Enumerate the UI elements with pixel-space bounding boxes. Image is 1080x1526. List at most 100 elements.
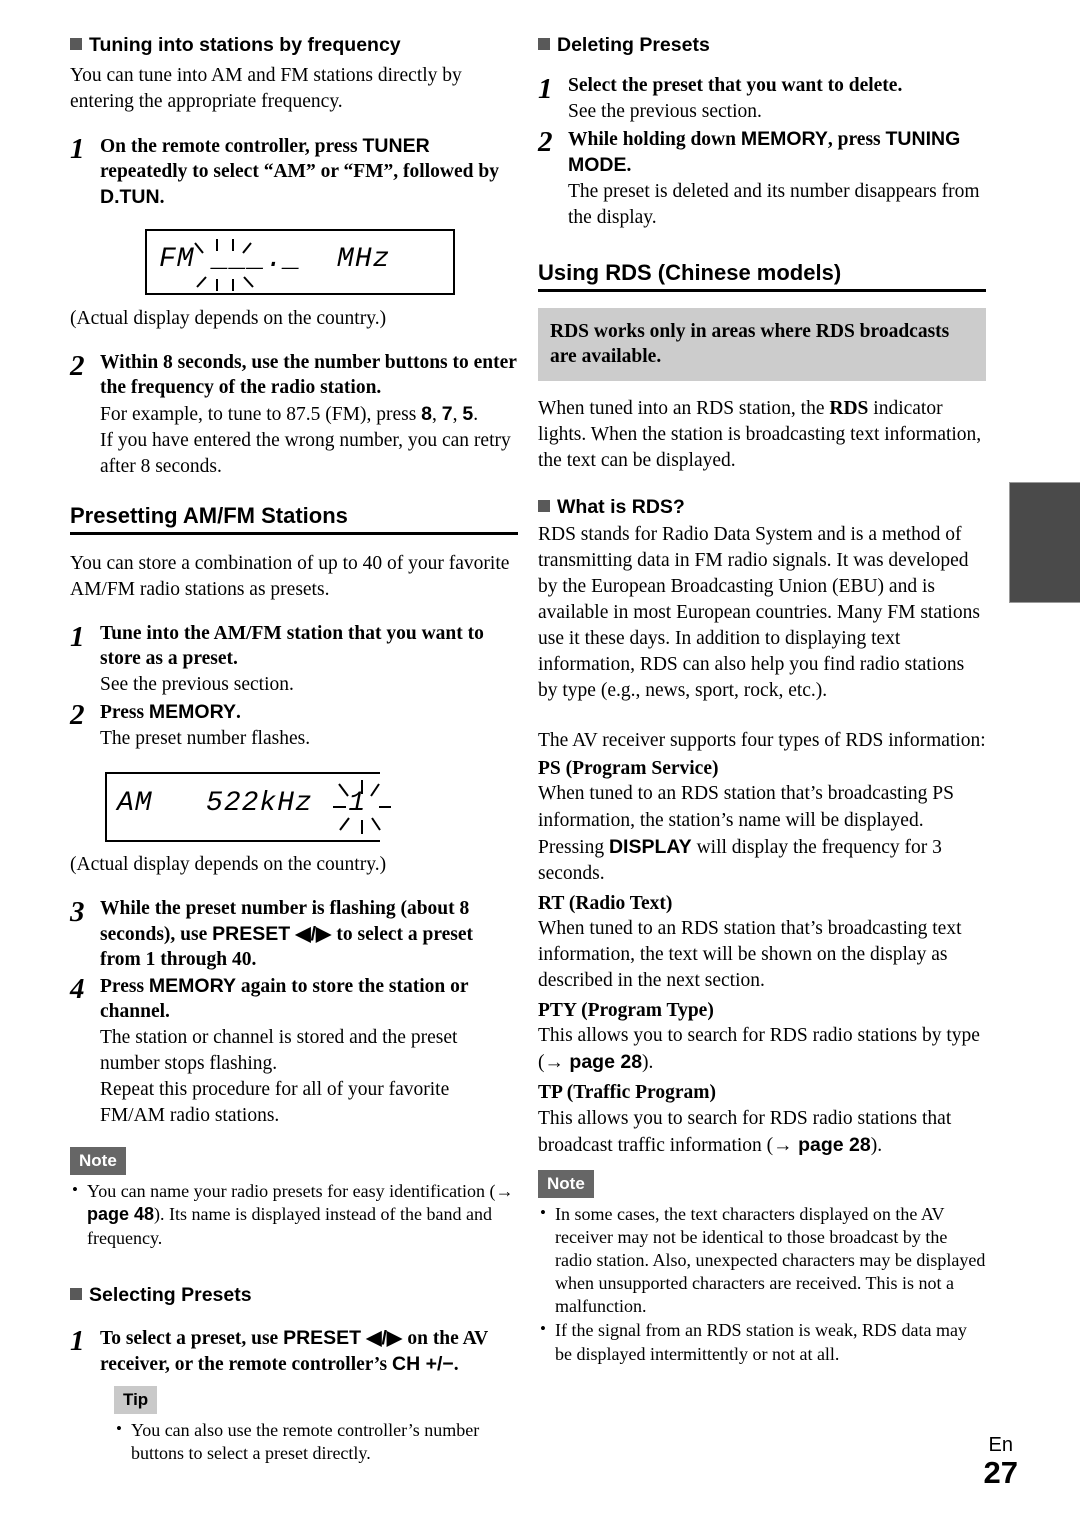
rds-intro: When tuned into an RDS station, the RDS … [538, 396, 986, 474]
text-run: To select a preset, use [100, 1328, 284, 1350]
step-body: Select the preset that you want to delet… [568, 74, 986, 125]
step-tuning-1: 1 On the remote controller, press TUNER … [70, 134, 518, 211]
definition-body: This allows you to search for RDS radio … [538, 1106, 986, 1159]
blink-marks-icon [333, 779, 391, 834]
text-run: When tuned to an RDS station that’s broa… [538, 917, 962, 992]
caption-actual-display-2: (Actual display depends on the country.) [70, 853, 387, 875]
bullet-item: You can also use the remote controller’s… [114, 1418, 518, 1465]
step-title: Press MEMORY. [100, 700, 518, 726]
text-run: Press [100, 976, 149, 998]
heading-deleting-presets: Deleting Presets [538, 34, 986, 56]
presetting-intro: You can store a combination of up to 40 … [70, 553, 510, 601]
step-sub: The preset is deleted and its number dis… [568, 181, 980, 229]
step-body: Press MEMORY. The preset number flashes. [100, 700, 518, 752]
step-presetting-4: 4 Press MEMORY again to store the statio… [70, 974, 518, 1129]
step-presetting-2: 2 Press MEMORY. The preset number flashe… [70, 700, 518, 752]
definition-term: PTY (Program Type) [538, 1000, 714, 1022]
section-heading-using-rds: Using RDS (Chinese models) [538, 260, 986, 293]
step-sub-2: Repeat this procedure for all of your fa… [100, 1079, 450, 1127]
text-run: . [473, 403, 479, 425]
text-run: 5 [462, 402, 474, 425]
step-body: While the preset number is flashing (abo… [100, 897, 518, 973]
bullet-item: If the signal from an RDS station is wea… [538, 1318, 986, 1365]
step-tuning-2: 2 Within 8 seconds, use the number butto… [70, 351, 518, 480]
bullet-item: In some cases, the text characters displ… [538, 1202, 986, 1319]
step-number: 2 [538, 126, 553, 159]
rds-definitions-list: PS (Program Service) When tuned to an RDS… [538, 756, 986, 1159]
text-run: You can name your radio presets for easy… [87, 1181, 496, 1202]
text-run: 7 [441, 402, 453, 425]
text-run: . [159, 187, 165, 209]
text-run: Press [100, 701, 149, 723]
right-column: Deleting Presets 1 Select the preset tha… [538, 34, 986, 1367]
step-number: 4 [70, 973, 85, 1006]
text-run: , [432, 403, 442, 425]
text-run: RDS [829, 398, 869, 420]
heading-what-is-rds: What is RDS? [538, 496, 986, 518]
rds-availability-callout: RDS works only in areas where RDS broadc… [538, 308, 986, 382]
text-run: MEMORY [740, 128, 828, 151]
definition-body: When tuned to an RDS station that’s broa… [538, 916, 986, 994]
text-run: . [626, 155, 632, 177]
text-run: PRESET [212, 922, 291, 945]
rds-supports-line: The AV receiver supports four types of R… [538, 730, 986, 752]
note-block-presetting: Note You can name your radio presets for… [70, 1147, 518, 1249]
text-run: For example, to tune to 87.5 (FM), press [100, 403, 422, 425]
heading-tuning-into-stations: Tuning into stations by frequency [70, 34, 518, 56]
step-sub: The preset number flashes. [100, 727, 311, 749]
section-presetting: Presetting AM/FM Stations [70, 503, 518, 536]
square-bullet-icon [70, 1287, 82, 1300]
step-title: Press MEMORY again to store the station … [100, 974, 518, 1025]
text-run: ◀/▶ [290, 922, 337, 945]
text-run: TUNER [362, 135, 430, 158]
text-run: → page 28 [544, 1051, 643, 1074]
text-run: DISPLAY [608, 835, 692, 858]
text-run: ). [642, 1052, 654, 1074]
definition-body: When tuned to an RDS station that’s broa… [538, 781, 986, 886]
text-run: MEMORY [148, 700, 236, 723]
page-number: 27 [983, 1454, 1018, 1490]
step-number: 1 [70, 133, 85, 166]
note-label: Note [70, 1147, 126, 1176]
note-label: Note [538, 1169, 594, 1198]
language-code: En [988, 1433, 1013, 1456]
step-deleting-2: 2 While holding down MEMORY, press TUNIN… [538, 127, 986, 231]
blink-marks-icon [194, 239, 254, 292]
edge-section-tab [1009, 482, 1080, 603]
step-number: 2 [70, 350, 85, 383]
text-run: While holding down [568, 129, 741, 151]
tip-bullet-list: You can also use the remote controller’s… [114, 1418, 518, 1465]
text-run: MEMORY [148, 975, 236, 998]
text-run: This allows you to search for RDS radio … [538, 1107, 952, 1156]
heading-text: Deleting Presets [557, 34, 710, 56]
text-run: . [453, 1353, 459, 1375]
step-number: 2 [70, 698, 85, 731]
text-run: 8 [421, 402, 433, 425]
note-block-rds: Note In some cases, the text characters … [538, 1169, 986, 1366]
heading-text: What is RDS? [557, 496, 685, 519]
step-title: Within 8 seconds, use the number buttons… [100, 352, 517, 398]
text-run: , press [827, 129, 886, 151]
square-bullet-icon [538, 38, 550, 50]
square-bullet-icon [538, 500, 550, 513]
step-number: 1 [70, 621, 85, 654]
step-title: To select a preset, use PRESET ◀/▶ on th… [100, 1326, 518, 1378]
step-sub-1: The station or channel is stored and the… [100, 1027, 458, 1075]
left-column: Tuning into stations by frequency You ca… [70, 34, 518, 1466]
square-bullet-icon [70, 38, 82, 50]
step-sub-2: If you have entered the wrong number, yo… [100, 429, 511, 477]
step-number: 1 [538, 73, 553, 106]
definition-term: PS (Program Service) [538, 758, 719, 780]
section-heading-presetting: Presetting AM/FM Stations [70, 503, 518, 536]
step-presetting-3: 3 While the preset number is flashing (a… [70, 897, 518, 973]
step-selecting-1: 1 To select a preset, use PRESET ◀/▶ on … [70, 1326, 518, 1378]
step-title: On the remote controller, press TUNER re… [100, 134, 518, 211]
section-using-rds: Using RDS (Chinese models) [538, 260, 986, 293]
text-run: ). [870, 1134, 883, 1156]
step-body: While holding down MEMORY, press TUNING … [568, 127, 986, 231]
text-run: CH +/− [392, 1352, 454, 1375]
caption-actual-display-1: (Actual display depends on the country.) [70, 308, 387, 330]
step-body: On the remote controller, press TUNER re… [100, 134, 518, 211]
text-run: , [452, 403, 463, 425]
text-run: . [235, 701, 241, 723]
